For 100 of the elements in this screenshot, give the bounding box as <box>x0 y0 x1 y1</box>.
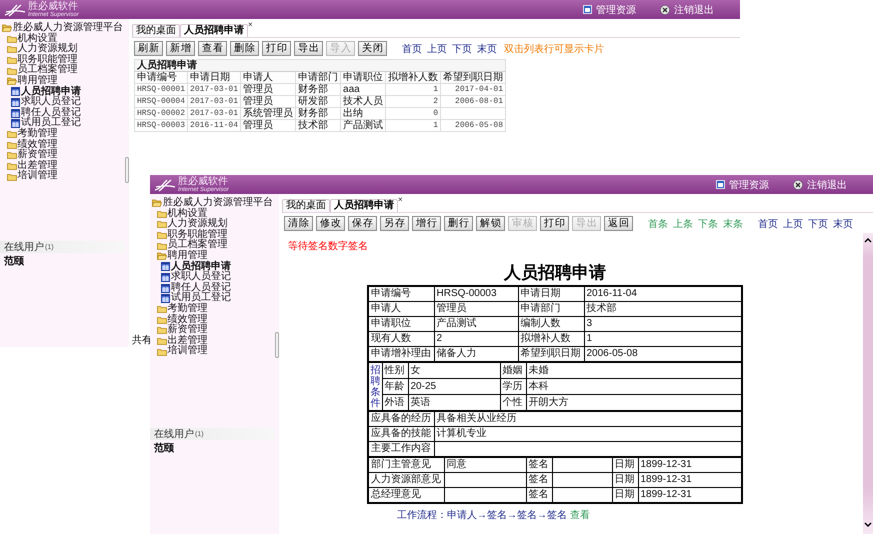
scrollbar[interactable] <box>863 233 873 534</box>
resources-link[interactable]: 管理资源 <box>716 178 769 192</box>
nav-link[interactable]: 下条 <box>698 216 718 230</box>
nav-link[interactable]: 下页 <box>452 42 472 56</box>
user-name[interactable]: 范颐 <box>4 256 24 268</box>
tree-item[interactable]: 员工档案管理 <box>168 240 228 251</box>
column-header[interactable]: 申请编号 <box>134 72 188 84</box>
column-header[interactable]: 希望到职日期 <box>440 72 506 84</box>
nav-link[interactable]: 下页 <box>808 216 828 230</box>
column-header[interactable]: 拟增补人数 <box>386 72 441 84</box>
nav-link[interactable]: 上条 <box>673 216 693 230</box>
tree-item[interactable]: 胜必威人力资源管理平台 <box>163 198 273 209</box>
toolbar-button[interactable]: 关闭 <box>358 41 387 56</box>
toolbar-button[interactable]: 导出 <box>294 41 323 56</box>
window-icon <box>716 180 725 189</box>
table-cell: 技术人员 <box>340 96 386 108</box>
toolbar-button[interactable]: 新增 <box>166 41 195 56</box>
tree-item[interactable]: 培训管理 <box>168 346 208 357</box>
toolbar-button[interactable]: 打印 <box>262 41 291 56</box>
table-cell: 2016-11-04 <box>188 120 241 132</box>
nav-link[interactable]: 末条 <box>723 216 743 230</box>
toolbar-button[interactable]: 清除 <box>284 216 313 231</box>
column-header[interactable]: 申请职位 <box>340 72 386 84</box>
field-label: 编制人数 <box>518 316 584 332</box>
field-value: 管理员 <box>434 302 518 316</box>
tab[interactable]: 我的桌面 <box>132 24 180 37</box>
user-name[interactable]: 范颐 <box>154 443 174 455</box>
resources-link[interactable]: 管理资源 <box>583 2 636 16</box>
nav-link[interactable]: 上页 <box>783 216 803 230</box>
tree-item[interactable]: 人员招聘申请 <box>21 86 81 98</box>
nav-link[interactable]: 上页 <box>427 42 447 56</box>
nav-link[interactable]: 首条 <box>648 216 668 230</box>
tree-item[interactable]: 胜必威人力资源管理平台 <box>13 23 123 34</box>
tree-item[interactable]: 机构设置 <box>18 34 58 44</box>
tree-item[interactable]: 人力资源规划 <box>18 44 78 55</box>
nav-link[interactable]: 首页 <box>402 42 422 56</box>
field-label: 主要工作内容 <box>368 442 434 457</box>
column-header[interactable]: 申请日期 <box>188 72 241 84</box>
toolbar-button[interactable]: 删行 <box>444 216 473 231</box>
tab[interactable]: 人员招聘申请 <box>180 24 248 37</box>
table-cell: 系统管理员 <box>240 108 296 120</box>
table-cell: 2006-08-01 <box>440 96 506 108</box>
column-header[interactable]: 申请人 <box>240 72 296 84</box>
toolbar-button[interactable]: 打印 <box>540 216 569 231</box>
logout-link[interactable]: 注销退出 <box>793 178 847 192</box>
toolbar-button[interactable]: 增行 <box>412 216 441 231</box>
tree-item[interactable]: 薪资管理 <box>168 325 208 336</box>
tree-item[interactable]: 考勤管理 <box>18 128 58 140</box>
toolbar-button[interactable]: 刷新 <box>134 41 163 56</box>
field-label: 申请编号 <box>368 286 434 302</box>
field-label: 人力资源部意见 <box>368 472 444 488</box>
field-label: 申请职位 <box>368 316 434 332</box>
toolbar-button[interactable]: 修改 <box>316 216 345 231</box>
field-label: 个性 <box>500 394 526 411</box>
field-label: 希望到职日期 <box>518 346 584 362</box>
logo-icon <box>154 178 176 192</box>
view-link[interactable]: 查看 <box>570 510 590 522</box>
tree-item[interactable]: 考勤管理 <box>168 304 208 315</box>
tree-item[interactable]: 试用员工登记 <box>21 118 81 129</box>
column-header[interactable]: 申请部门 <box>296 72 341 84</box>
table-cell: 技术部 <box>296 120 341 132</box>
tree-item[interactable]: 聘用管理 <box>168 250 208 262</box>
tab-close-button[interactable]: × <box>248 21 253 29</box>
field-label: 申请人 <box>368 302 434 316</box>
field-value: 1 <box>584 332 742 346</box>
nav-link[interactable]: 首页 <box>758 216 778 230</box>
field-label: 性别 <box>382 362 408 378</box>
tree-item[interactable]: 培训管理 <box>18 171 58 182</box>
tree-item[interactable]: 人员招聘申请 <box>171 262 231 272</box>
field-value: 20-25 <box>408 378 500 394</box>
toolbar-button[interactable]: 另存 <box>380 216 409 231</box>
tab[interactable]: 人员招聘申请 <box>330 199 398 212</box>
tree-item[interactable]: 聘用管理 <box>18 76 58 87</box>
field-value: 3 <box>584 316 742 332</box>
tree-item[interactable]: 求职人员登记 <box>21 97 81 108</box>
table-cell: aaa <box>340 84 386 96</box>
table-cell: 研发部 <box>296 96 341 108</box>
logout-link[interactable]: 注销退出 <box>660 2 714 16</box>
tab-close-button[interactable]: × <box>398 196 403 204</box>
nav-link[interactable]: 末页 <box>477 42 497 56</box>
toolbar-button[interactable]: 查看 <box>198 41 227 56</box>
tree-item[interactable]: 机构设置 <box>168 208 208 220</box>
table-cell: 0 <box>386 108 441 120</box>
splitter-handle[interactable] <box>275 332 279 358</box>
field-label: 应具备的经历 <box>368 411 434 426</box>
tree-item[interactable]: 试用员工登记 <box>171 293 231 304</box>
tree-item[interactable]: 薪资管理 <box>18 150 58 161</box>
nav-link[interactable]: 末页 <box>833 216 853 230</box>
tree-item[interactable]: 人力资源规划 <box>168 219 228 230</box>
toolbar-button[interactable]: 返回 <box>604 216 633 231</box>
table-cell: 2017-04-01 <box>440 84 506 96</box>
splitter-handle[interactable] <box>125 157 129 183</box>
workflow-text: 工作流程：申请人→签名→签名→签名 <box>397 510 567 522</box>
tab[interactable]: 我的桌面 <box>282 199 330 212</box>
tree-item[interactable]: 求职人员登记 <box>171 272 231 283</box>
toolbar-button[interactable]: 删除 <box>230 41 259 56</box>
tree-item[interactable]: 员工档案管理 <box>18 65 78 76</box>
toolbar-button[interactable]: 保存 <box>348 216 377 231</box>
toolbar-button[interactable]: 解锁 <box>476 216 505 231</box>
close-icon <box>793 180 803 190</box>
